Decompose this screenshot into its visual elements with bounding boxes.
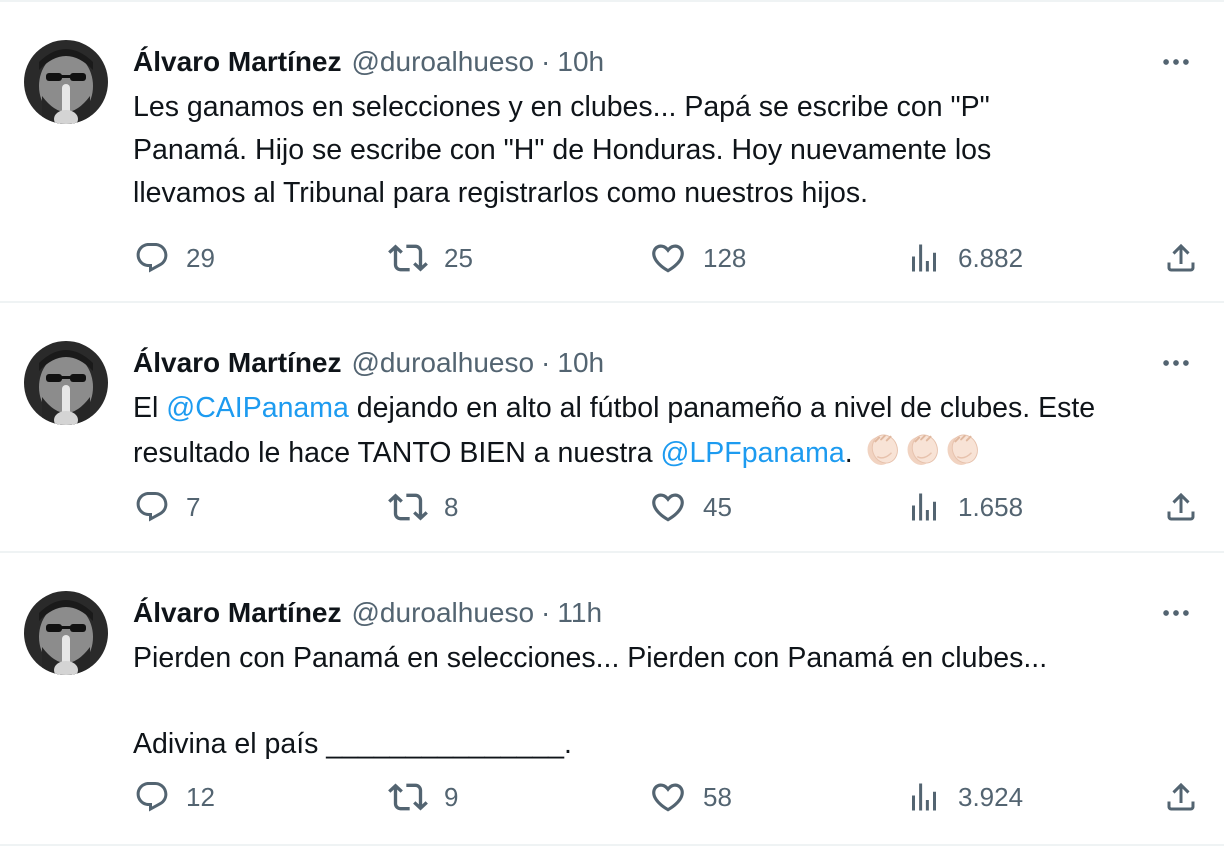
author-name[interactable]: Álvaro Martínez xyxy=(133,595,342,631)
view-count: 6.882 xyxy=(958,242,1024,273)
text-segment: El xyxy=(133,392,167,424)
reply-count: 29 xyxy=(186,242,215,273)
tweet-text-line: El @CAIPanama dejando en alto al fútbol … xyxy=(133,387,1208,430)
bar-chart-icon xyxy=(906,489,942,525)
more-options-button[interactable] xyxy=(1156,597,1196,629)
more-options-button[interactable] xyxy=(1156,347,1196,379)
like-button[interactable]: 128 xyxy=(649,238,746,278)
retweet-button[interactable]: 9 xyxy=(388,777,458,817)
retweet-count: 25 xyxy=(444,242,473,273)
share-button[interactable] xyxy=(1163,238,1199,278)
text-segment: dejando en alto al fútbol panameño a niv… xyxy=(348,392,1096,424)
heart-icon xyxy=(649,778,687,816)
tweet-text-line: Pierden con Panamá en selecciones... Pie… xyxy=(133,642,1048,674)
bar-chart-icon xyxy=(906,779,942,815)
three-dots-icon xyxy=(1159,45,1193,79)
more-options-button[interactable] xyxy=(1156,46,1196,78)
mention-link[interactable]: @LPFpanama xyxy=(661,437,845,469)
speech-bubble-icon xyxy=(134,240,170,276)
tweet-actions: 7 8 45 1.658 xyxy=(0,487,1224,527)
timestamp[interactable]: 10h xyxy=(557,345,604,381)
text-segment: resultado le hace TANTO BIEN a nuestra xyxy=(133,437,661,469)
reply-button[interactable]: 7 xyxy=(134,487,200,527)
tweet-text: Les ganamos en selecciones y en clubes..… xyxy=(133,86,1208,215)
tweet-text-line: resultado le hace TANTO BIEN a nuestra @… xyxy=(133,430,1208,475)
three-dots-icon xyxy=(1159,346,1193,380)
avatar[interactable] xyxy=(24,40,108,124)
view-count: 1.658 xyxy=(958,491,1024,522)
avatar[interactable] xyxy=(24,341,108,425)
share-button[interactable] xyxy=(1163,487,1199,527)
tweet-header: Álvaro Martínez @duroalhueso · 10h xyxy=(133,345,604,381)
three-dots-icon xyxy=(1159,596,1193,630)
clapping-hands-emoji xyxy=(943,430,981,468)
upload-arrow-icon xyxy=(1163,240,1199,276)
separator-dot: · xyxy=(541,597,551,628)
tweet-text-line: Panamá. Hijo se escribe con "H" de Hondu… xyxy=(133,134,992,166)
tweet-text-line: llevamos al Tribunal para registrarlos c… xyxy=(133,177,868,209)
retweet-button[interactable]: 25 xyxy=(388,238,473,278)
heart-icon xyxy=(649,239,687,277)
separator-dot: · xyxy=(541,347,551,378)
author-handle[interactable]: @duroalhueso xyxy=(352,345,535,381)
clapping-hands-emoji xyxy=(863,430,901,468)
reply-button[interactable]: 29 xyxy=(134,238,215,278)
retweet-count: 8 xyxy=(444,491,459,522)
bar-chart-icon xyxy=(906,240,942,276)
tweet-text-line: Les ganamos en selecciones y en clubes..… xyxy=(133,91,990,123)
like-count: 45 xyxy=(703,491,732,522)
tweet[interactable]: Álvaro Martínez @duroalhueso · 11h Pierd… xyxy=(0,553,1224,846)
tweet[interactable]: Álvaro Martínez @duroalhueso · 10h El @C… xyxy=(0,303,1224,553)
author-handle[interactable]: @duroalhueso xyxy=(352,595,535,631)
like-count: 58 xyxy=(703,781,732,812)
mention-link[interactable]: @CAIPanama xyxy=(166,392,349,424)
timestamp[interactable]: 10h xyxy=(557,44,604,80)
views-button[interactable]: 1.658 xyxy=(906,487,1023,527)
retweet-button[interactable]: 8 xyxy=(388,487,458,527)
views-button[interactable]: 6.882 xyxy=(906,238,1023,278)
view-count: 3.924 xyxy=(958,781,1024,812)
tweet-text: El @CAIPanama dejando en alto al fútbol … xyxy=(133,387,1208,475)
text-segment: . xyxy=(844,437,861,469)
upload-arrow-icon xyxy=(1163,779,1199,815)
retweet-arrows-icon xyxy=(388,777,428,817)
reply-button[interactable]: 12 xyxy=(134,777,215,817)
tweet-text: Pierden con Panamá en selecciones... Pie… xyxy=(133,637,1208,766)
retweet-count: 9 xyxy=(444,781,459,812)
tweet-feed: Álvaro Martínez @duroalhueso · 10h Les g… xyxy=(0,0,1224,858)
views-button[interactable]: 3.924 xyxy=(906,777,1023,817)
heart-icon xyxy=(649,488,687,526)
retweet-arrows-icon xyxy=(388,238,428,278)
tweet-header: Álvaro Martínez @duroalhueso · 11h xyxy=(133,595,602,631)
reply-count: 7 xyxy=(186,491,201,522)
upload-arrow-icon xyxy=(1163,489,1199,525)
avatar[interactable] xyxy=(24,591,108,675)
like-count: 128 xyxy=(703,242,747,273)
tweet-actions: 12 9 58 3.924 xyxy=(0,777,1224,817)
author-name[interactable]: Álvaro Martínez xyxy=(133,345,342,381)
like-button[interactable]: 58 xyxy=(649,777,732,817)
tweet-actions: 29 25 128 6.882 xyxy=(0,238,1224,278)
separator-dot: · xyxy=(541,46,551,77)
like-button[interactable]: 45 xyxy=(649,487,732,527)
speech-bubble-icon xyxy=(134,779,170,815)
tweet-text-line: Adivina el país _______________. xyxy=(133,728,572,760)
tweet[interactable]: Álvaro Martínez @duroalhueso · 10h Les g… xyxy=(0,0,1224,303)
share-button[interactable] xyxy=(1163,777,1199,817)
author-name[interactable]: Álvaro Martínez xyxy=(133,44,342,80)
timestamp[interactable]: 11h xyxy=(557,595,602,631)
speech-bubble-icon xyxy=(134,489,170,525)
tweet-header: Álvaro Martínez @duroalhueso · 10h xyxy=(133,44,604,80)
author-handle[interactable]: @duroalhueso xyxy=(352,44,535,80)
clapping-hands-emoji xyxy=(903,430,941,468)
retweet-arrows-icon xyxy=(388,487,428,527)
reply-count: 12 xyxy=(186,781,215,812)
